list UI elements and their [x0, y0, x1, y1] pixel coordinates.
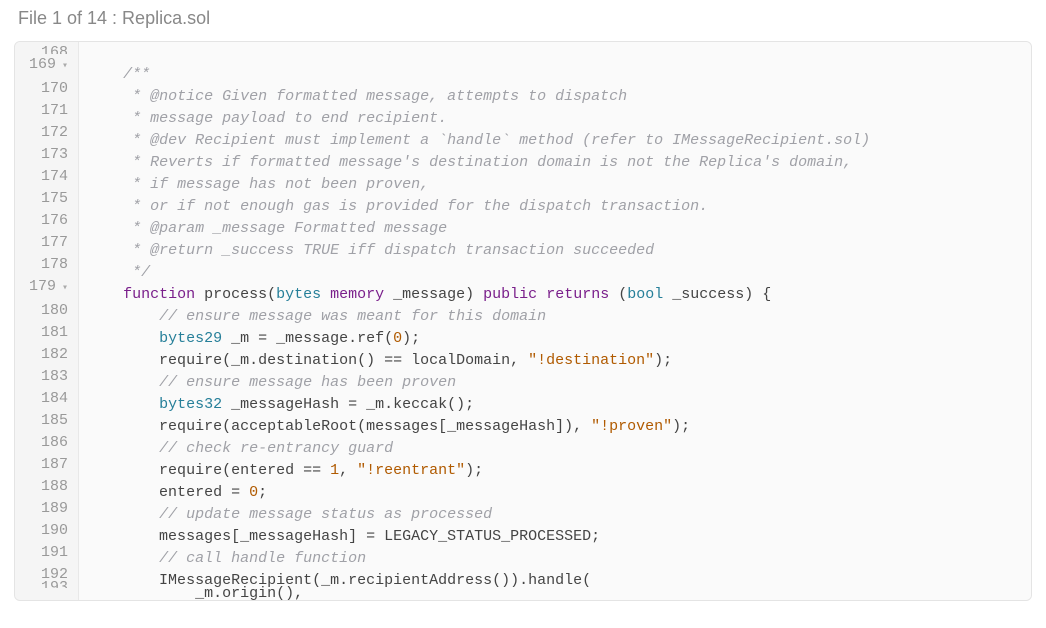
line-number: 171	[29, 100, 68, 122]
line-number: 174	[29, 166, 68, 188]
code-line[interactable]: * if message has not been proven,	[87, 174, 1031, 196]
line-number: 183	[29, 366, 68, 388]
code-area[interactable]: /** * @notice Given formatted message, a…	[79, 42, 1031, 600]
file-title: File 1 of 14 : Replica.sol	[18, 8, 210, 28]
line-number: 177	[29, 232, 68, 254]
code-line[interactable]: // call handle function	[87, 548, 1031, 570]
code-line[interactable]: bytes32 _messageHash = _m.keccak();	[87, 394, 1031, 416]
line-number: 185	[29, 410, 68, 432]
code-line[interactable]: * Reverts if formatted message's destina…	[87, 152, 1031, 174]
code-line[interactable]	[87, 42, 1031, 64]
line-number: 173	[29, 144, 68, 166]
code-line[interactable]: /**	[87, 64, 1031, 86]
code-line[interactable]: require(_m.destination() == localDomain,…	[87, 350, 1031, 372]
line-number: 175	[29, 188, 68, 210]
code-line[interactable]: require(entered == 1, "!reentrant");	[87, 460, 1031, 482]
line-number: 170	[29, 78, 68, 100]
line-number: 172	[29, 122, 68, 144]
code-line[interactable]: // ensure message has been proven	[87, 372, 1031, 394]
code-line[interactable]: messages[_messageHash] = LEGACY_STATUS_P…	[87, 526, 1031, 548]
code-line[interactable]: * @notice Given formatted message, attem…	[87, 86, 1031, 108]
line-number: 178	[29, 254, 68, 276]
line-number: 179	[29, 276, 68, 300]
line-number: 180	[29, 300, 68, 322]
line-number: 186	[29, 432, 68, 454]
code-line[interactable]: // check re-entrancy guard	[87, 438, 1031, 460]
code-line[interactable]: bytes29 _m = _message.ref(0);	[87, 328, 1031, 350]
code-line[interactable]: require(acceptableRoot(messages[_message…	[87, 416, 1031, 438]
line-number: 190	[29, 520, 68, 542]
line-number-gutter: 1681691701711721731741751761771781791801…	[15, 42, 79, 600]
line-number: 182	[29, 344, 68, 366]
code-line[interactable]: * or if not enough gas is provided for t…	[87, 196, 1031, 218]
code-line[interactable]: * @param _message Formatted message	[87, 218, 1031, 240]
code-line[interactable]: // ensure message was meant for this dom…	[87, 306, 1031, 328]
code-line[interactable]: * message payload to end recipient.	[87, 108, 1031, 130]
line-number: 184	[29, 388, 68, 410]
line-number: 188	[29, 476, 68, 498]
code-line[interactable]: function process(bytes memory _message) …	[87, 284, 1031, 306]
code-line[interactable]: // update message status as processed	[87, 504, 1031, 526]
line-number: 193	[29, 577, 68, 588]
code-line[interactable]: */	[87, 262, 1031, 284]
code-line[interactable]: _m.origin(),	[87, 583, 1031, 601]
line-number: 168	[29, 42, 68, 54]
code-line[interactable]: * @dev Recipient must implement a `handl…	[87, 130, 1031, 152]
line-number: 189	[29, 498, 68, 520]
code-panel: 1681691701711721731741751761771781791801…	[14, 41, 1032, 601]
code-line[interactable]: entered = 0;	[87, 482, 1031, 504]
code-line[interactable]: * @return _success TRUE iff dispatch tra…	[87, 240, 1031, 262]
line-number: 169	[29, 54, 68, 78]
line-number: 181	[29, 322, 68, 344]
line-number: 187	[29, 454, 68, 476]
file-header: File 1 of 14 : Replica.sol	[0, 0, 1046, 41]
line-number: 191	[29, 542, 68, 564]
line-number: 176	[29, 210, 68, 232]
